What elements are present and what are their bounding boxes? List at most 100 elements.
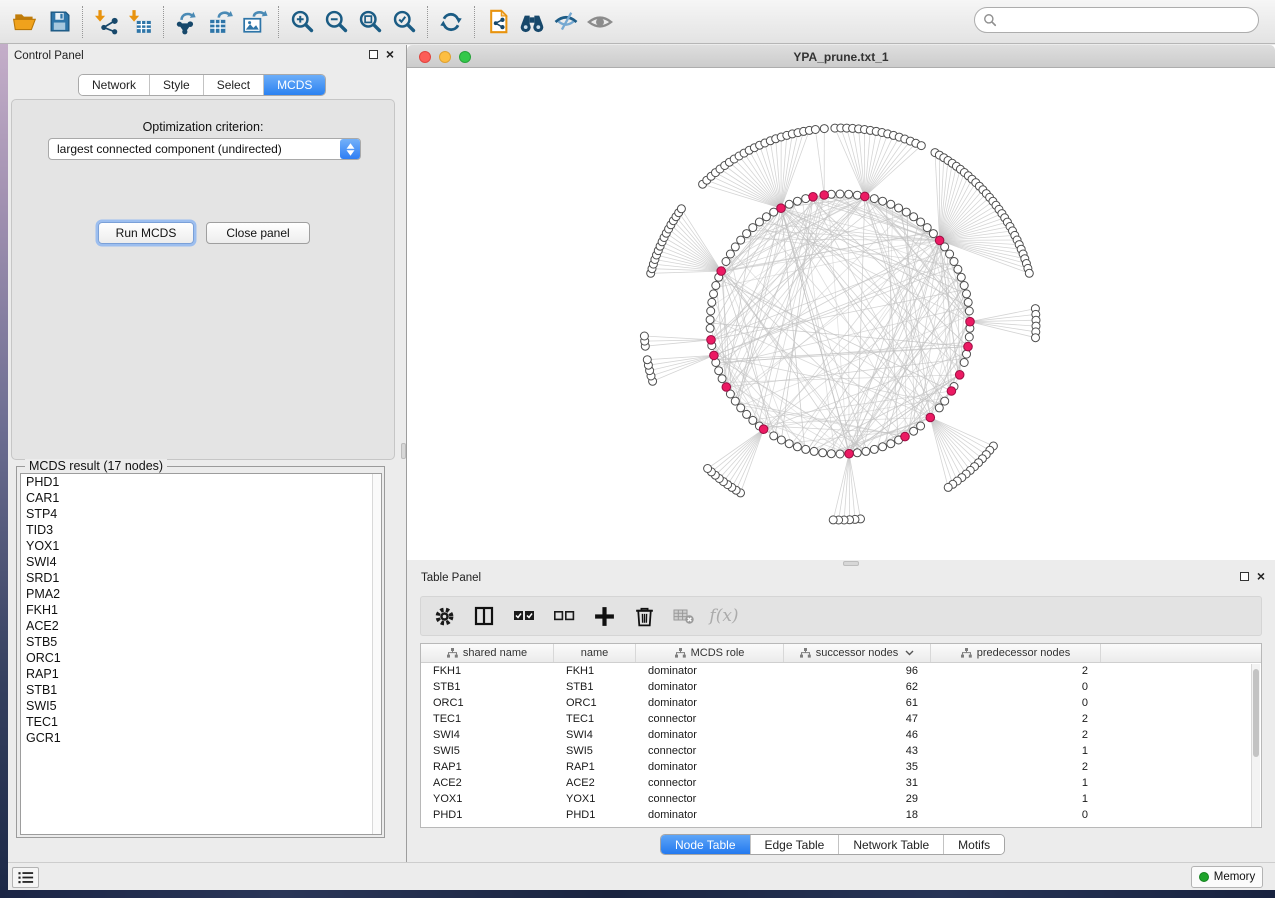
select-all-checkboxes-icon[interactable] [511, 603, 537, 629]
table-cell: connector [636, 775, 784, 791]
table-panel-titlebar: Table Panel × [407, 567, 1275, 591]
table-scrollbar[interactable] [1251, 664, 1260, 827]
task-list-icon [18, 870, 34, 885]
export-image-icon[interactable] [238, 5, 272, 39]
application-window: Control Panel × Network Style Select MCD… [0, 0, 1275, 898]
table-cell: 43 [784, 743, 931, 759]
settings-gear-icon[interactable] [431, 603, 457, 629]
zoom-in-icon[interactable] [285, 5, 319, 39]
column-header-predecessor-nodes[interactable]: predecessor nodes [931, 644, 1101, 662]
mcds-result-item[interactable]: ACE2 [21, 618, 381, 634]
table-cell: YOX1 [421, 791, 554, 807]
table-cell: 46 [784, 727, 931, 743]
optimization-criterion-select[interactable]: largest connected component (undirected) [48, 138, 361, 160]
zoom-fit-icon[interactable] [353, 5, 387, 39]
zoom-out-icon[interactable] [319, 5, 353, 39]
table-row[interactable]: ORC1ORC1dominator610 [421, 695, 1261, 711]
export-table-icon[interactable] [204, 5, 238, 39]
tab-network-table[interactable]: Network Table [839, 835, 944, 854]
mcds-result-item[interactable]: TEC1 [21, 714, 381, 730]
table-row[interactable]: FKH1FKH1dominator962 [421, 663, 1261, 679]
mcds-result-item[interactable]: STB5 [21, 634, 381, 650]
network-canvas[interactable] [407, 68, 1275, 560]
table-row[interactable]: SWI4SWI4dominator462 [421, 727, 1261, 743]
column-header-name[interactable]: name [554, 644, 636, 662]
table-row[interactable]: ACE2ACE2connector311 [421, 775, 1261, 791]
column-header-shared-name[interactable]: shared name [421, 644, 554, 662]
mcds-result-item[interactable]: RAP1 [21, 666, 381, 682]
close-panel-button[interactable]: Close panel [206, 222, 310, 244]
mcds-result-item[interactable]: YOX1 [21, 538, 381, 554]
vertical-splitter-handle[interactable] [401, 443, 406, 459]
tab-motifs[interactable]: Motifs [944, 835, 1004, 854]
mcds-result-item[interactable]: PHD1 [21, 474, 381, 490]
column-type-icon [447, 648, 458, 658]
open-file-icon[interactable] [8, 5, 42, 39]
memory-button[interactable]: Memory [1191, 866, 1263, 888]
close-panel-icon[interactable]: × [1257, 571, 1265, 581]
table-row[interactable]: TEC1TEC1connector472 [421, 711, 1261, 727]
network-search-box[interactable] [974, 7, 1259, 33]
float-window-icon[interactable] [369, 50, 378, 59]
table-cell: 0 [931, 807, 1101, 823]
mcds-result-item[interactable]: FKH1 [21, 602, 381, 618]
mcds-result-item[interactable]: SRD1 [21, 570, 381, 586]
table-scrollbar-thumb[interactable] [1253, 669, 1259, 757]
run-mcds-button[interactable]: Run MCDS [98, 222, 194, 244]
tab-edge-table[interactable]: Edge Table [751, 835, 840, 854]
apply-layout-icon[interactable] [434, 5, 468, 39]
network-window-titlebar[interactable]: YPA_prune.txt_1 [407, 45, 1275, 68]
horizontal-splitter[interactable] [407, 560, 1275, 567]
table-cell: 29 [784, 791, 931, 807]
tab-select[interactable]: Select [204, 75, 264, 95]
import-table-icon[interactable] [123, 5, 157, 39]
table-row[interactable]: RAP1RAP1dominator352 [421, 759, 1261, 775]
deselect-all-checkboxes-icon[interactable] [551, 603, 577, 629]
toolbar-separator [82, 6, 83, 38]
mcds-result-list[interactable]: PHD1CAR1STP4TID3YOX1SWI4SRD1PMA2FKH1ACE2… [20, 473, 382, 835]
mcds-result-item[interactable]: CAR1 [21, 490, 381, 506]
mcds-result-item[interactable]: ORC1 [21, 650, 381, 666]
horizontal-splitter-handle[interactable] [843, 561, 859, 566]
column-header-mcds-role[interactable]: MCDS role [636, 644, 784, 662]
search-binoculars-icon[interactable] [515, 5, 549, 39]
table-cell: dominator [636, 759, 784, 775]
mcds-result-item[interactable]: GCR1 [21, 730, 381, 746]
mcds-result-item[interactable]: PMA2 [21, 586, 381, 602]
table-cell: 0 [931, 679, 1101, 695]
delete-column-icon[interactable] [631, 603, 657, 629]
column-header-successor-nodes[interactable]: successor nodes [784, 644, 931, 662]
mcds-result-item[interactable]: SWI5 [21, 698, 381, 714]
mcds-list-scrollbar[interactable] [372, 474, 381, 834]
main-toolbar [0, 0, 1275, 44]
search-input[interactable] [1002, 13, 1258, 27]
table-row[interactable]: STB1STB1dominator620 [421, 679, 1261, 695]
export-network-icon[interactable] [170, 5, 204, 39]
vertical-splitter[interactable] [400, 45, 407, 862]
table-row[interactable]: YOX1YOX1connector291 [421, 791, 1261, 807]
mcds-options-box: Optimization criterion: largest connecte… [11, 99, 395, 460]
tab-network[interactable]: Network [79, 75, 150, 95]
mcds-result-item[interactable]: STB1 [21, 682, 381, 698]
tab-node-table[interactable]: Node Table [661, 835, 751, 854]
add-column-icon[interactable] [591, 603, 617, 629]
import-network-icon[interactable] [89, 5, 123, 39]
show-task-history-button[interactable] [12, 867, 39, 888]
zoom-selected-icon[interactable] [387, 5, 421, 39]
mcds-result-item[interactable]: SWI4 [21, 554, 381, 570]
hide-visual-properties-icon[interactable] [549, 5, 583, 39]
show-graphics-details-eye-icon[interactable] [583, 5, 617, 39]
table-row[interactable]: SWI5SWI5connector431 [421, 743, 1261, 759]
table-cell: 2 [931, 663, 1101, 679]
float-window-icon[interactable] [1240, 572, 1249, 581]
table-row[interactable]: PHD1PHD1dominator180 [421, 807, 1261, 823]
mcds-result-item[interactable]: STP4 [21, 506, 381, 522]
mcds-result-group: MCDS result (17 nodes) PHD1CAR1STP4TID3Y… [16, 466, 385, 838]
mcds-result-item[interactable]: TID3 [21, 522, 381, 538]
toggle-columns-icon[interactable] [471, 603, 497, 629]
share-document-icon[interactable] [481, 5, 515, 39]
tab-mcds[interactable]: MCDS [264, 75, 325, 95]
save-session-icon[interactable] [42, 5, 76, 39]
tab-style[interactable]: Style [150, 75, 204, 95]
close-panel-icon[interactable]: × [386, 49, 394, 59]
